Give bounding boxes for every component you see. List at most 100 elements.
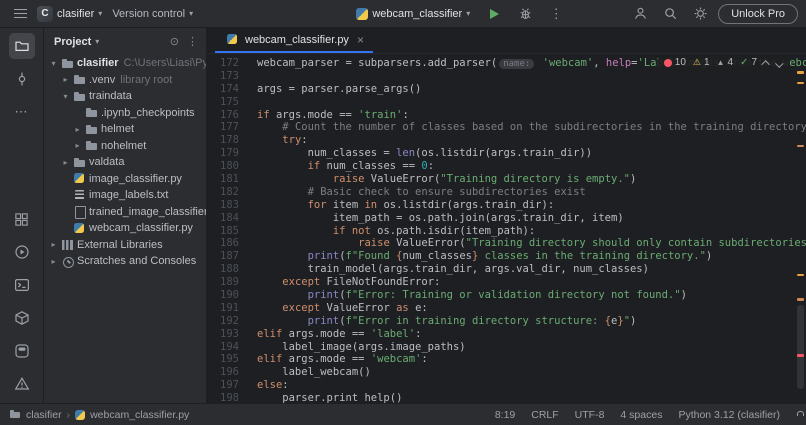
code-line-197[interactable]: 197else: [207,379,806,392]
statusbar-line-separator[interactable]: CRLF [531,409,558,421]
code-line-189[interactable]: 189 except FileNotFoundError: [207,276,806,289]
warning-count-group[interactable]: ⚠ 1 [693,57,710,68]
tree-item-.ipynb_checkpoints[interactable]: .ipynb_checkpoints [44,105,206,122]
tree-item-trained_image_classifier.h5[interactable]: trained_image_classifier.h5 [44,204,206,221]
code-line-180[interactable]: 180 if num_classes == 0: [207,160,806,173]
code-text [257,96,806,109]
stripe-warning-mark[interactable] [797,82,804,85]
code-line-178[interactable]: 178 try: [207,134,806,147]
code-line-192[interactable]: 192 print(f"Error in training directory … [207,315,806,328]
unlock-pro-button[interactable]: Unlock Pro [718,4,798,24]
search-everywhere-button[interactable] [658,2,682,26]
terminal-tool-button[interactable] [9,272,35,298]
code-line-174[interactable]: 174args = parser.parse_args() [207,83,806,96]
tree-item-webcam_classifier.py[interactable]: webcam_classifier.py [44,220,206,237]
statusbar-interpreter[interactable]: Python 3.12 (clasifier) [678,409,780,421]
tree-item-External Libraries[interactable]: ▸External Libraries [44,237,206,254]
code-line-173[interactable]: 173 [207,70,806,83]
line-number: 179 [207,147,239,160]
editor-tab-webcam-classifier[interactable]: webcam_classifier.py × [215,28,373,53]
main-menu-button[interactable] [8,3,32,25]
code-line-177[interactable]: 177 # Count the number of classes based … [207,121,806,134]
code-line-193[interactable]: 193elif args.mode == 'label': [207,328,806,341]
code-line-182[interactable]: 182 # Basic check to ensure subdirectori… [207,186,806,199]
chevron-down-icon[interactable]: ▾ [60,92,71,101]
code-line-188[interactable]: 188 train_model(args.train_dir, args.val… [207,263,806,276]
settings-button[interactable] [688,2,712,26]
editor-scrollbar[interactable] [795,54,806,403]
run-button[interactable] [482,2,506,26]
services-tool-button[interactable] [9,206,35,232]
code-line-176[interactable]: 176if args.mode == 'train': [207,109,806,122]
code-line-198[interactable]: 198 parser.print_help() [207,392,806,403]
code-line-195[interactable]: 195elif args.mode == 'webcam': [207,353,806,366]
chevron-right-icon[interactable]: ▸ [60,158,71,167]
python-console-tool-button[interactable] [9,338,35,364]
chevron-down-icon[interactable]: ▾ [95,38,99,46]
tree-item-image_classifier.py[interactable]: image_classifier.py [44,171,206,188]
more-run-options-button[interactable]: ⋮ [544,2,568,26]
stripe-warning-mark[interactable] [797,71,804,74]
locate-file-icon[interactable]: ⊙ [170,35,179,48]
chevron-right-icon[interactable]: ▸ [48,240,59,249]
code-line-186[interactable]: 186 raise ValueError("Training directory… [207,237,806,250]
tree-item-image_labels.txt[interactable]: image_labels.txt [44,187,206,204]
more-tool-windows-button[interactable]: ⋯ [9,99,35,125]
stripe-warning-mark[interactable] [797,298,804,301]
chevron-right-icon[interactable]: ▸ [48,257,59,266]
tree-item-valdata[interactable]: ▸valdata [44,154,206,171]
vcs-widget[interactable]: Version control ▾ [107,3,198,25]
close-tab-icon[interactable]: × [357,33,364,47]
code-line-179[interactable]: 179 num_classes = len(os.listdir(args.tr… [207,147,806,160]
stripe-error-mark[interactable] [797,354,804,357]
code-line-187[interactable]: 187 print(f"Found {num_classes} classes … [207,250,806,263]
stripe-warning-mark[interactable] [797,145,804,148]
debug-button[interactable] [513,2,537,26]
statusbar-indent[interactable]: 4 spaces [620,409,662,421]
project-tool-button[interactable] [9,33,35,59]
inspections-widget[interactable]: 10 ⚠ 1 ▲ 4 ✓ 7 [657,55,790,70]
next-problem-icon[interactable] [775,59,783,67]
chevron-right-icon[interactable]: ▸ [72,125,83,134]
code-line-185[interactable]: 185 if not os.path.isdir(item_path): [207,225,806,238]
project-widget[interactable]: C clasifier ▾ [32,3,107,25]
chevron-right-icon[interactable]: ▸ [60,75,71,84]
code-text: parser.print_help() [257,392,806,403]
tree-item-helmet[interactable]: ▸helmet [44,121,206,138]
tree-item-nohelmet[interactable]: ▸nohelmet [44,138,206,155]
code-line-194[interactable]: 194 label_image(args.image_paths) [207,341,806,354]
chevron-down-icon[interactable]: ▾ [48,59,59,68]
breadcrumb-project[interactable]: clasifier [26,409,62,421]
previous-problem-icon[interactable] [761,60,769,68]
code-line-183[interactable]: 183 for item in os.listdir(args.train_di… [207,199,806,212]
tree-item-clasifier[interactable]: ▾clasifierC:\Users\Liasi\PycharmProjects… [44,55,206,72]
tree-item-traindata[interactable]: ▾traindata [44,88,206,105]
problems-tool-button[interactable] [9,371,35,397]
run-configuration-selector[interactable]: webcam_classifier ▾ [351,3,475,25]
panel-options-icon[interactable]: ⋮ [187,35,198,48]
typo-count-group[interactable]: ✓ 7 [740,57,757,68]
line-number: 197 [207,379,239,392]
statusbar-encoding[interactable]: UTF-8 [575,409,605,421]
project-panel-title[interactable]: Project [54,36,91,48]
commit-tool-button[interactable] [9,66,35,92]
statusbar-caret-position[interactable]: 8:19 [495,409,515,421]
code-line-184[interactable]: 184 item_path = os.path.join(args.train_… [207,212,806,225]
run-tool-button[interactable] [9,239,35,265]
python-packages-tool-button[interactable] [9,305,35,331]
code-editor[interactable]: 172webcam_parser = subparsers.add_parser… [207,54,806,403]
error-count-group[interactable]: 10 [664,57,686,68]
breadcrumb-file[interactable]: webcam_classifier.py [90,409,189,421]
tree-item-.venv[interactable]: ▸.venvlibrary root [44,72,206,89]
code-line-191[interactable]: 191 except ValueError as e: [207,302,806,315]
scrollbar-thumb[interactable] [797,305,804,389]
weak-warning-count-group[interactable]: ▲ 4 [717,57,733,68]
code-line-181[interactable]: 181 raise ValueError("Training directory… [207,173,806,186]
code-line-190[interactable]: 190 print(f"Error: Training or validatio… [207,289,806,302]
code-with-me-button[interactable] [628,2,652,26]
tree-item-Scratches and Consoles[interactable]: ▸Scratches and Consoles [44,253,206,270]
chevron-right-icon[interactable]: ▸ [72,141,83,150]
code-line-175[interactable]: 175 [207,96,806,109]
stripe-warning-mark[interactable] [797,274,804,277]
code-line-196[interactable]: 196 label_webcam() [207,366,806,379]
